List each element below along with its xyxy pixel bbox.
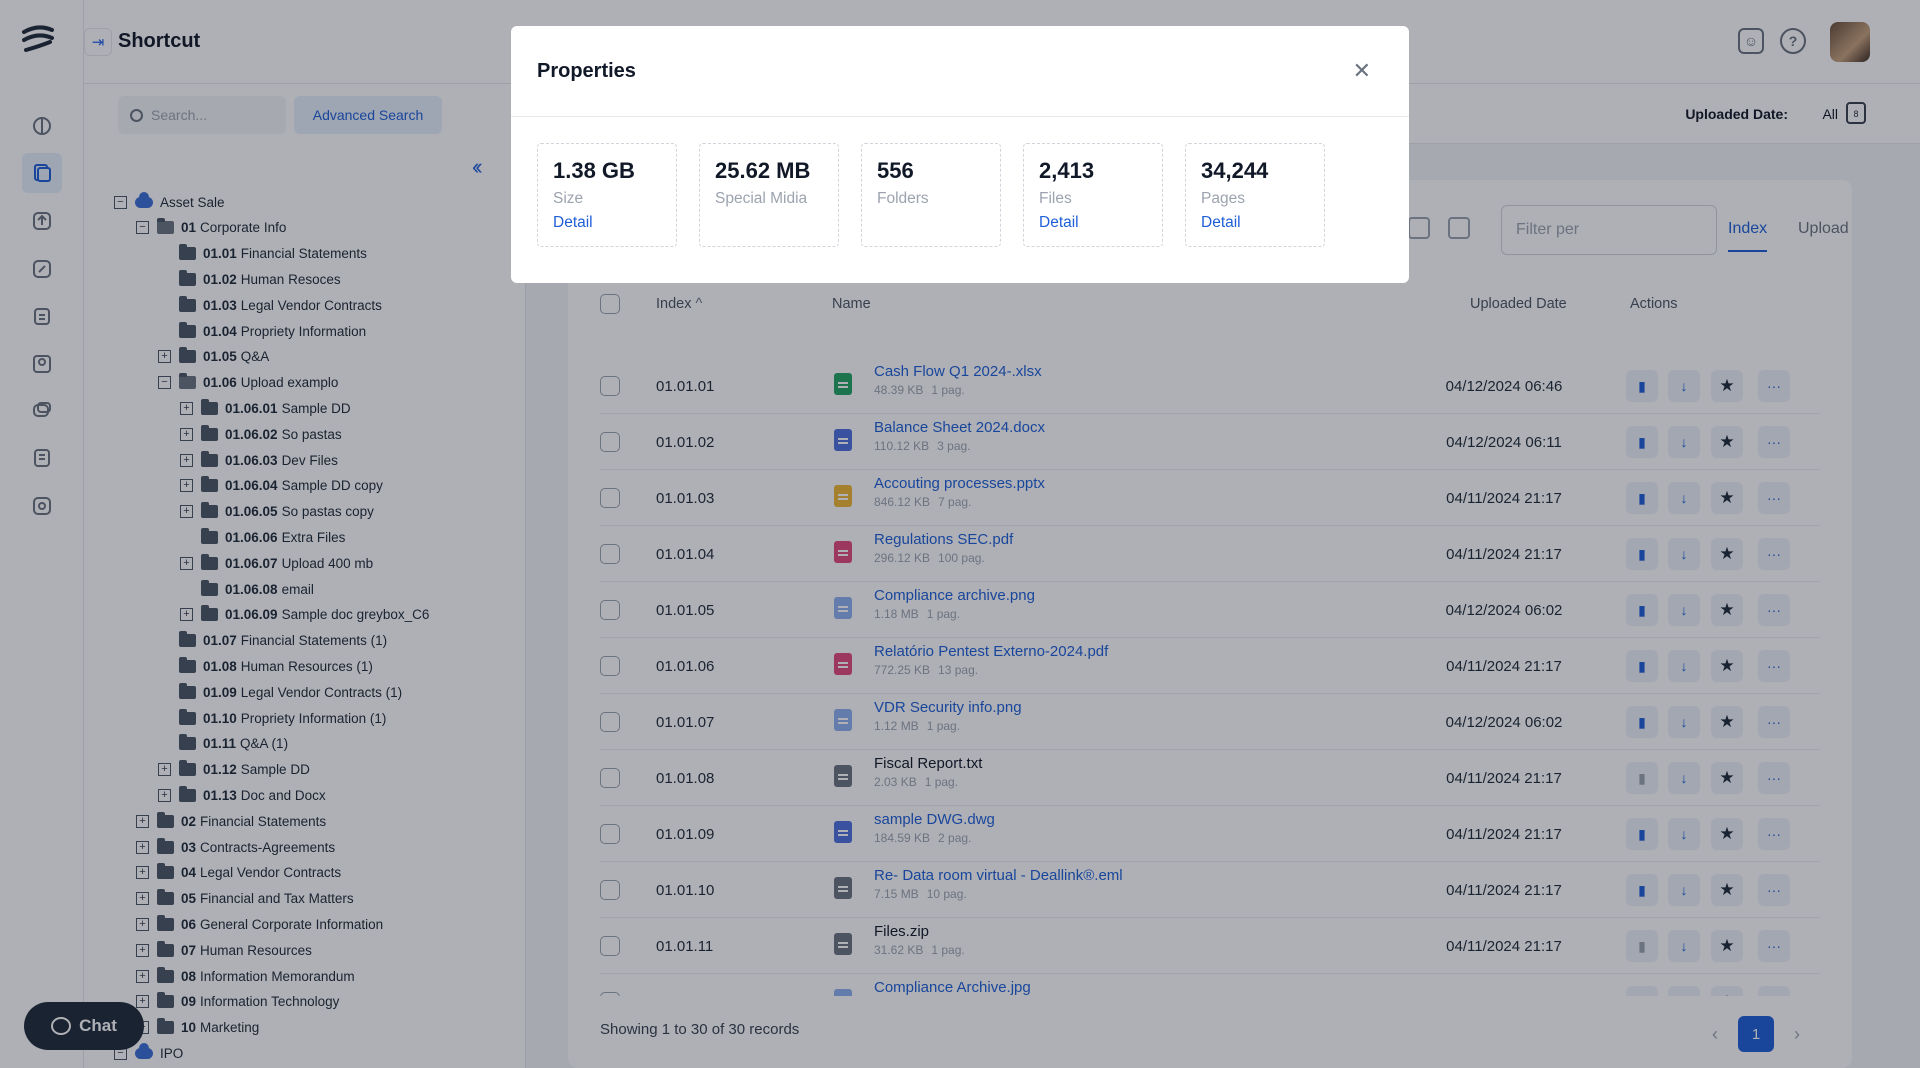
stat-card: 25.62 MB Special Midia bbox=[699, 143, 839, 247]
stat-label: Folders bbox=[877, 190, 929, 207]
stat-label: Pages bbox=[1201, 190, 1245, 207]
stat-detail-link[interactable]: Detail bbox=[1201, 214, 1309, 232]
stat-card: 1.38 GB Size Detail bbox=[537, 143, 677, 247]
stat-label: Files bbox=[1039, 190, 1072, 207]
stat-value: 1.38 GB bbox=[553, 158, 635, 183]
close-icon[interactable]: ✕ bbox=[1353, 58, 1371, 84]
properties-modal: Properties ✕ 1.38 GB Size Detail 25.62 MB Sp… bbox=[511, 26, 1409, 283]
stat-card: 2,413 Files Detail bbox=[1023, 143, 1163, 247]
stat-label: Size bbox=[553, 190, 584, 207]
stats-row: 1.38 GB Size Detail 25.62 MB Special Midia 55… bbox=[537, 143, 1325, 247]
stat-value: 556 bbox=[877, 158, 914, 183]
modal-header: Properties ✕ bbox=[511, 26, 1409, 117]
stat-label: Special Midia bbox=[715, 190, 808, 207]
stat-detail-link[interactable]: Detail bbox=[553, 214, 661, 232]
stat-card: 556 Folders bbox=[861, 143, 1001, 247]
stat-value: 34,244 bbox=[1201, 158, 1269, 183]
stat-value: 2,413 bbox=[1039, 158, 1095, 183]
stat-value: 25.62 MB bbox=[715, 158, 811, 183]
stat-card: 34,244 Pages Detail bbox=[1185, 143, 1325, 247]
stat-detail-link[interactable]: Detail bbox=[1039, 214, 1147, 232]
modal-title: Properties bbox=[537, 60, 636, 82]
